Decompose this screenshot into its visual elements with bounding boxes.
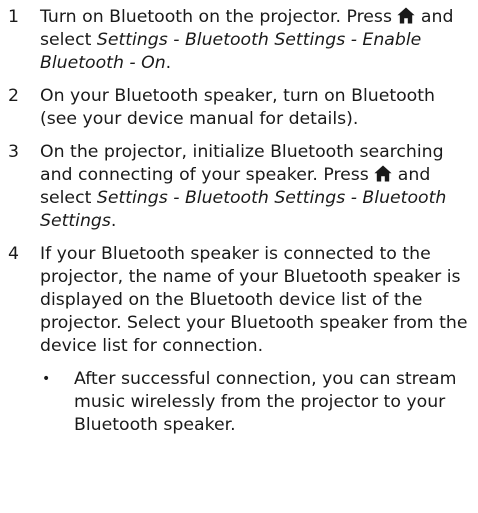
note-text: After successful connection, you can str… [74, 369, 457, 435]
home-icon [397, 7, 416, 24]
step-number: 3 [8, 142, 19, 162]
step-number: 2 [8, 86, 19, 106]
menu-path: Settings - Bluetooth Settings - Enable B… [40, 30, 422, 73]
step-text-segment: . [110, 211, 117, 231]
step-text-segment: Turn on Bluetooth on the projector. Pres… [40, 7, 398, 27]
step-3: 3 On the projector, initialize Bluetooth… [6, 141, 472, 233]
list-item: • After successful connection, you can s… [40, 368, 472, 437]
step-2: 2 On your Bluetooth speaker, turn on Blu… [6, 85, 472, 131]
step-text-segment: . [165, 53, 172, 73]
step-number: 4 [8, 244, 19, 264]
home-icon [374, 165, 392, 182]
bullet: • [42, 371, 51, 387]
step-1: 1 Turn on Bluetooth on the projector. Pr… [6, 6, 472, 75]
step-4: 4 If your Bluetooth speaker is connected… [6, 243, 472, 437]
step-text: On the projector, initialize Bluetooth s… [40, 141, 472, 233]
instruction-steps: 1 Turn on Bluetooth on the projector. Pr… [6, 6, 472, 437]
step-text: On your Bluetooth speaker, turn on Bluet… [40, 86, 435, 129]
step-4-notes: • After successful connection, you can s… [40, 368, 472, 437]
step-number: 1 [8, 7, 19, 27]
step-text: If your Bluetooth speaker is connected t… [40, 244, 468, 356]
step-text: Turn on Bluetooth on the projector. Pres… [40, 6, 472, 75]
menu-path: Settings - Bluetooth Settings - Bluetoot… [40, 188, 447, 231]
document-page: 1 Turn on Bluetooth on the projector. Pr… [0, 0, 478, 513]
